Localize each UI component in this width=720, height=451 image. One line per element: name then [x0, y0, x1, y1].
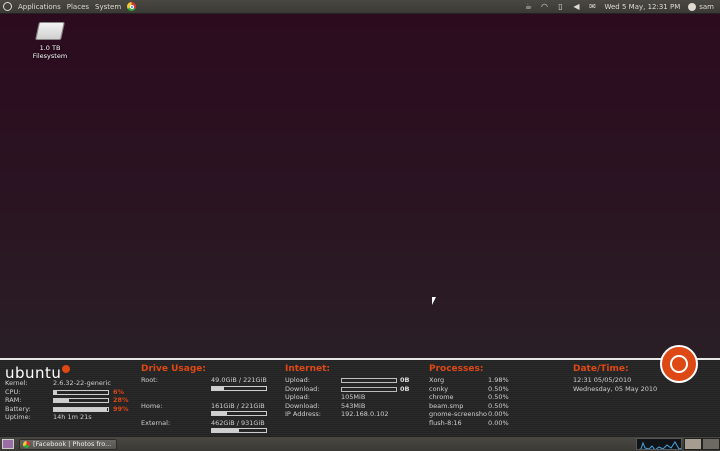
download-label: Download:	[285, 384, 320, 393]
uptime-value: 14h 1m 21s	[53, 413, 92, 421]
mouse-pointer-icon	[432, 297, 436, 305]
process-cpu: 0.00%	[488, 410, 509, 418]
coffee-cup-icon[interactable]: ☕	[524, 2, 532, 11]
root-bar	[211, 385, 267, 391]
system-column: ubuntu Kernel: 2.6.32-22-generic CPU: 6% R…	[5, 364, 129, 422]
workspace-1[interactable]	[684, 438, 702, 450]
cpu-bar	[53, 389, 109, 395]
process-name: flush-8:16	[429, 418, 462, 427]
datetime-line1: 12:31 05/05/2010	[573, 376, 632, 384]
drive-icon	[35, 22, 65, 40]
download-total: 543MiB	[341, 401, 366, 410]
download-graph	[341, 386, 397, 392]
root-label: Root:	[141, 376, 158, 384]
top-panel: Applications Places System ☕ ◠ ▯ ◀ ✉ Wed…	[0, 0, 720, 14]
battery-value: 99%	[113, 404, 129, 413]
upload-graph	[341, 378, 397, 383]
user-menu[interactable]: sam	[688, 2, 714, 11]
kernel-value: 2.6.32-22-generic	[53, 379, 111, 387]
wifi-icon[interactable]: ◠	[540, 2, 548, 11]
process-name: beam.smp	[429, 401, 464, 410]
user-name: sam	[699, 2, 714, 11]
home-bar	[211, 411, 267, 416]
conky-panel: ubuntu Kernel: 2.6.32-22-generic CPU: 6% R…	[0, 358, 720, 438]
mail-icon[interactable]: ✉	[588, 2, 596, 11]
cpu-label: CPU:	[5, 387, 21, 396]
ubuntu-dot-icon	[62, 365, 71, 373]
download-total-label: Download:	[285, 401, 320, 410]
workspace-2[interactable]	[702, 438, 720, 450]
download-rate: 0B	[400, 384, 410, 393]
process-name: chrome	[429, 393, 454, 401]
process-name: Xorg	[429, 376, 445, 384]
taskbar-window-label: [Facebook | Photos fro...	[33, 440, 112, 448]
ip-value: 192.168.0.102	[341, 410, 389, 418]
home-value: 161GiB / 221GiB	[211, 401, 265, 410]
battery-icon[interactable]: ▯	[556, 2, 564, 11]
drive-title: Drive Usage:	[141, 364, 206, 374]
show-desktop-icon[interactable]	[2, 439, 14, 449]
taskbar-window-button[interactable]: [Facebook | Photos fro...	[19, 438, 117, 450]
processes-column: Processes: Xorg 1.98% conky 0.50% chrome 0.…	[429, 364, 519, 427]
upload-total-label: Upload:	[285, 393, 310, 401]
process-cpu: 0.50%	[488, 401, 509, 410]
cpu-value: 6%	[113, 387, 125, 396]
process-cpu: 0.00%	[488, 418, 509, 427]
processes-title: Processes:	[429, 364, 484, 374]
process-name: gnome-screensho	[429, 410, 487, 418]
bottom-panel: [Facebook | Photos fro...	[0, 436, 720, 451]
battery-label: Battery:	[5, 404, 31, 413]
menu-applications[interactable]: Applications	[18, 3, 61, 11]
menu-places[interactable]: Places	[67, 3, 89, 11]
battery-bar	[53, 406, 109, 412]
brand: ubuntu	[5, 364, 71, 382]
uptime-label: Uptime:	[5, 413, 31, 421]
kernel-label: Kernel:	[5, 379, 28, 387]
ubuntu-logo-icon[interactable]	[3, 2, 12, 11]
process-cpu: 1.98%	[488, 376, 509, 384]
process-cpu: 0.50%	[488, 393, 509, 401]
user-icon	[688, 2, 697, 11]
clock[interactable]: Wed 5 May, 12:31 PM	[604, 3, 680, 11]
external-bar	[211, 428, 267, 433]
upload-label: Upload:	[285, 376, 310, 384]
external-label: External:	[141, 418, 171, 427]
root-value: 49.0GiB / 221GiB	[211, 376, 267, 384]
desktop-icon-filesystem[interactable]: 1.0 TB Filesystem	[22, 22, 78, 60]
process-cpu: 0.50%	[488, 384, 509, 393]
upload-rate: 0B	[400, 376, 410, 384]
menu-system[interactable]: System	[95, 3, 121, 11]
home-label: Home:	[141, 401, 163, 410]
drive-column: Drive Usage: Root: 49.0GiB / 221GiB Home:…	[141, 364, 271, 436]
chrome-launcher-icon[interactable]	[127, 2, 137, 11]
ram-bar	[53, 398, 109, 403]
internet-title: Internet:	[285, 364, 331, 374]
ram-label: RAM:	[5, 396, 22, 404]
process-name: conky	[429, 384, 449, 393]
upload-total: 105MiB	[341, 393, 366, 401]
ram-value: 28%	[113, 396, 129, 404]
desktop-icon-label: 1.0 TB Filesystem	[32, 44, 68, 60]
datetime-line2: Wednesday, 05 May 2010	[573, 384, 658, 393]
datetime-column: Date/Time: 12:31 05/05/2010 Wednesday, 0…	[573, 364, 657, 393]
ip-label: IP Address:	[285, 410, 321, 418]
system-monitor-graph-icon	[638, 441, 681, 449]
ubuntu-circle-logo-icon	[660, 345, 698, 383]
datetime-title: Date/Time:	[573, 364, 629, 374]
chrome-icon	[23, 440, 30, 448]
system-monitor-graph[interactable]	[636, 438, 682, 450]
internet-column: Internet: Upload: 0B Download: 0B Upload: 1…	[285, 364, 415, 419]
external-value: 462GiB / 931GiB	[211, 418, 265, 427]
volume-icon[interactable]: ◀	[572, 2, 580, 11]
